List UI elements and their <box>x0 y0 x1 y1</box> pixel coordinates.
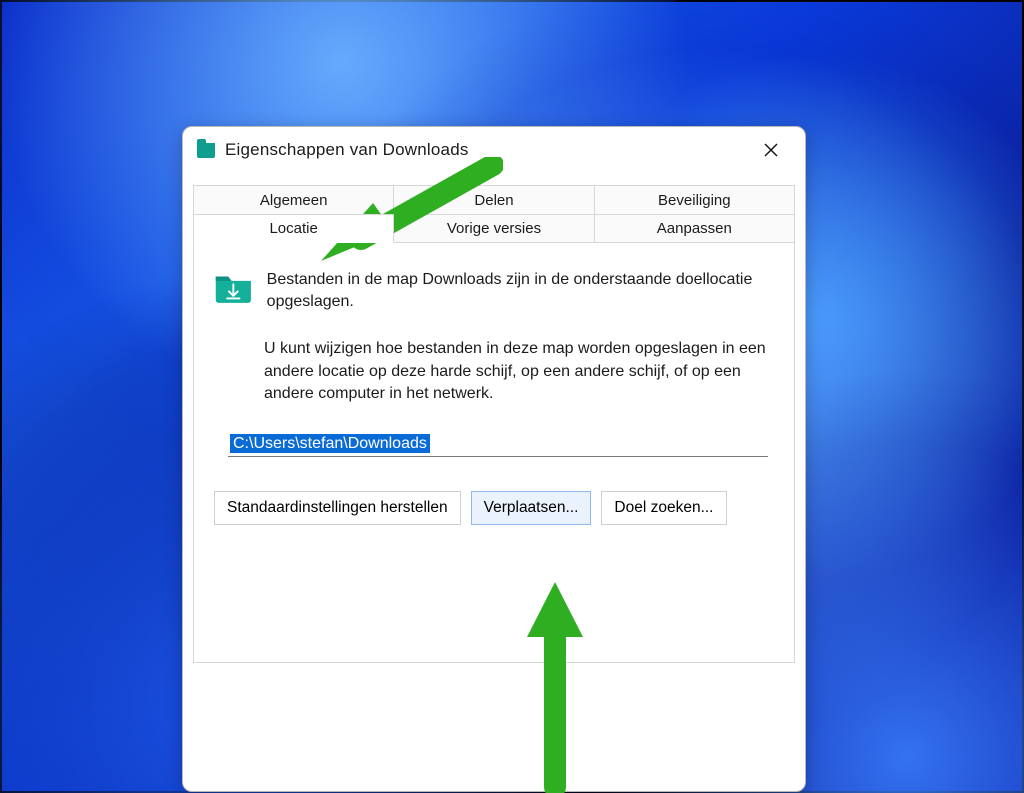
explain-text: U kunt wijzigen hoe bestanden in deze ma… <box>264 338 774 405</box>
tab-aanpassen[interactable]: Aanpassen <box>595 214 795 243</box>
desktop-background: Eigenschappen van Downloads Algemeen Del… <box>0 0 1024 793</box>
properties-dialog: Eigenschappen van Downloads Algemeen Del… <box>182 126 806 792</box>
downloads-folder-icon <box>214 269 253 305</box>
tab-vorige-versies[interactable]: Vorige versies <box>394 214 594 243</box>
find-target-button[interactable]: Doel zoeken... <box>601 491 726 525</box>
path-input[interactable]: C:\Users\stefan\Downloads <box>228 433 768 457</box>
titlebar[interactable]: Eigenschappen van Downloads <box>183 127 805 173</box>
close-icon <box>764 143 778 157</box>
tab-delen[interactable]: Delen <box>394 185 594 214</box>
tab-panel-locatie: Bestanden in de map Downloads zijn in de… <box>193 243 795 663</box>
tab-algemeen[interactable]: Algemeen <box>193 185 394 214</box>
info-text: Bestanden in de map Downloads zijn in de… <box>267 269 774 312</box>
tab-beveiliging[interactable]: Beveiliging <box>595 185 795 214</box>
folder-icon <box>197 143 215 158</box>
move-button[interactable]: Verplaatsen... <box>471 491 592 525</box>
tabs: Algemeen Delen Beveiliging Locatie Vorig… <box>183 173 805 243</box>
window-title: Eigenschappen van Downloads <box>225 140 469 160</box>
restore-defaults-button[interactable]: Standaardinstellingen herstellen <box>214 491 461 525</box>
close-button[interactable] <box>751 134 791 166</box>
tab-locatie[interactable]: Locatie <box>193 214 394 243</box>
path-value: C:\Users\stefan\Downloads <box>230 434 430 453</box>
